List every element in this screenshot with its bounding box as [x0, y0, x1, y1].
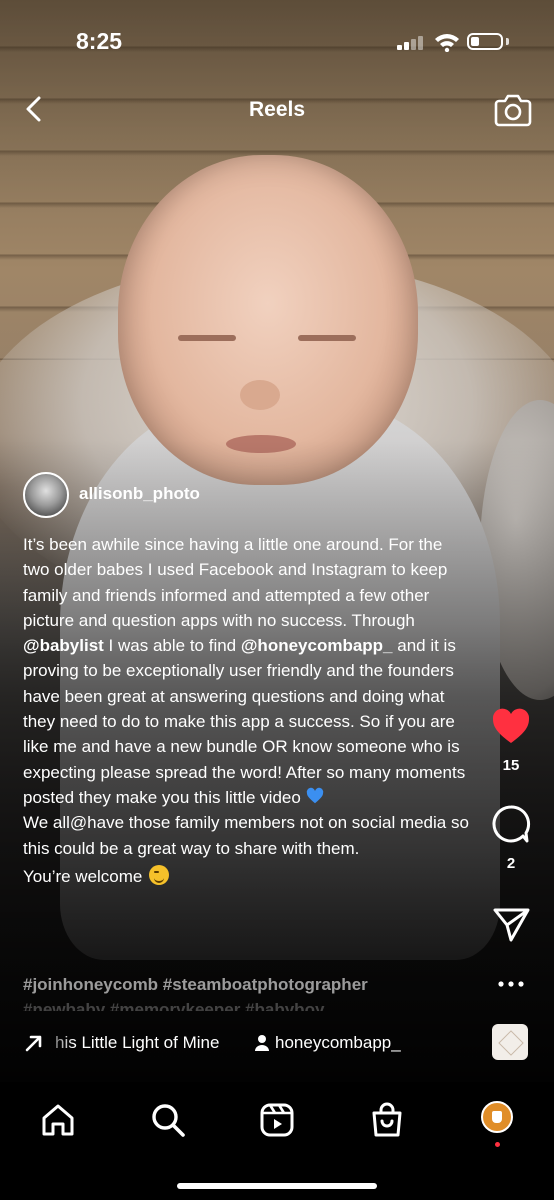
reels-icon[interactable] — [257, 1100, 297, 1140]
mention-honeycombapp[interactable]: @honeycombapp_ — [241, 636, 393, 655]
audio-thumbnail[interactable] — [492, 1024, 528, 1060]
home-indicator — [177, 1183, 377, 1189]
author-avatar[interactable] — [23, 472, 69, 518]
cellular-signal-icon — [397, 36, 425, 50]
comment-count[interactable]: 2 — [486, 855, 536, 872]
bottom-tab-bar — [0, 1082, 554, 1200]
hashtags-line-2[interactable]: #newbaby #memorykeeper #babyboy — [23, 997, 473, 1011]
more-options-icon[interactable] — [486, 976, 536, 992]
baby-left-eye — [178, 335, 236, 341]
caption-hashtags[interactable]: #joinhoneycomb #steamboatphotographer #n… — [23, 972, 473, 1011]
caption-paragraph-1: It’s been awhile since having a little o… — [23, 532, 473, 810]
share-send-icon[interactable] — [486, 904, 536, 944]
trending-arrow-icon — [25, 1035, 42, 1052]
hashtags-line-1[interactable]: #joinhoneycomb #steamboatphotographer — [23, 975, 368, 994]
caption-text: You’re welcome — [23, 866, 148, 886]
wifi-icon — [435, 34, 459, 52]
baby-nose — [240, 380, 280, 410]
search-icon[interactable] — [148, 1100, 188, 1140]
baby-right-eye — [298, 335, 356, 341]
battery-cap — [506, 38, 509, 45]
status-time: 8:25 — [76, 28, 123, 54]
like-heart-icon[interactable] — [486, 704, 536, 746]
tagged-user[interactable]: honeycombapp_ — [275, 1033, 401, 1053]
tagged-person-icon — [255, 1035, 269, 1051]
status-bar: 8:25 — [0, 0, 554, 80]
caption-text: and it is proving to be exceptionally us… — [23, 636, 466, 807]
baby-face — [118, 155, 418, 485]
audio-row: his Little Light of Mine honeycombapp_ — [23, 1030, 483, 1058]
reel-caption[interactable]: It’s been awhile since having a little o… — [23, 532, 473, 889]
author-username[interactable]: allisonb_photo — [79, 484, 200, 504]
shop-bag-icon[interactable] — [367, 1100, 407, 1140]
caption-text: It’s been awhile since having a little o… — [23, 535, 448, 630]
mention-babylist[interactable]: @babylist — [23, 636, 104, 655]
winking-face-emoji-icon — [149, 864, 170, 885]
blue-heart-emoji-icon — [306, 787, 323, 804]
notification-dot — [495, 1142, 500, 1147]
caption-paragraph-3: You’re welcome — [23, 864, 473, 889]
audio-track-title[interactable]: his Little Light of Mine — [55, 1033, 253, 1053]
battery-icon — [467, 33, 503, 50]
camera-icon[interactable] — [494, 92, 532, 128]
reels-screen: 8:25 Reels allisonb_photo It’s been awhi… — [0, 0, 554, 1200]
like-count[interactable]: 15 — [486, 757, 536, 774]
caption-paragraph-2: We all@have those family members not on … — [23, 813, 469, 858]
home-icon[interactable] — [38, 1100, 78, 1140]
caption-text: I was able to find — [103, 636, 241, 656]
profile-avatar[interactable] — [481, 1101, 513, 1133]
battery-level — [471, 37, 479, 46]
comment-icon[interactable] — [486, 803, 536, 845]
page-title: Reels — [248, 98, 306, 121]
